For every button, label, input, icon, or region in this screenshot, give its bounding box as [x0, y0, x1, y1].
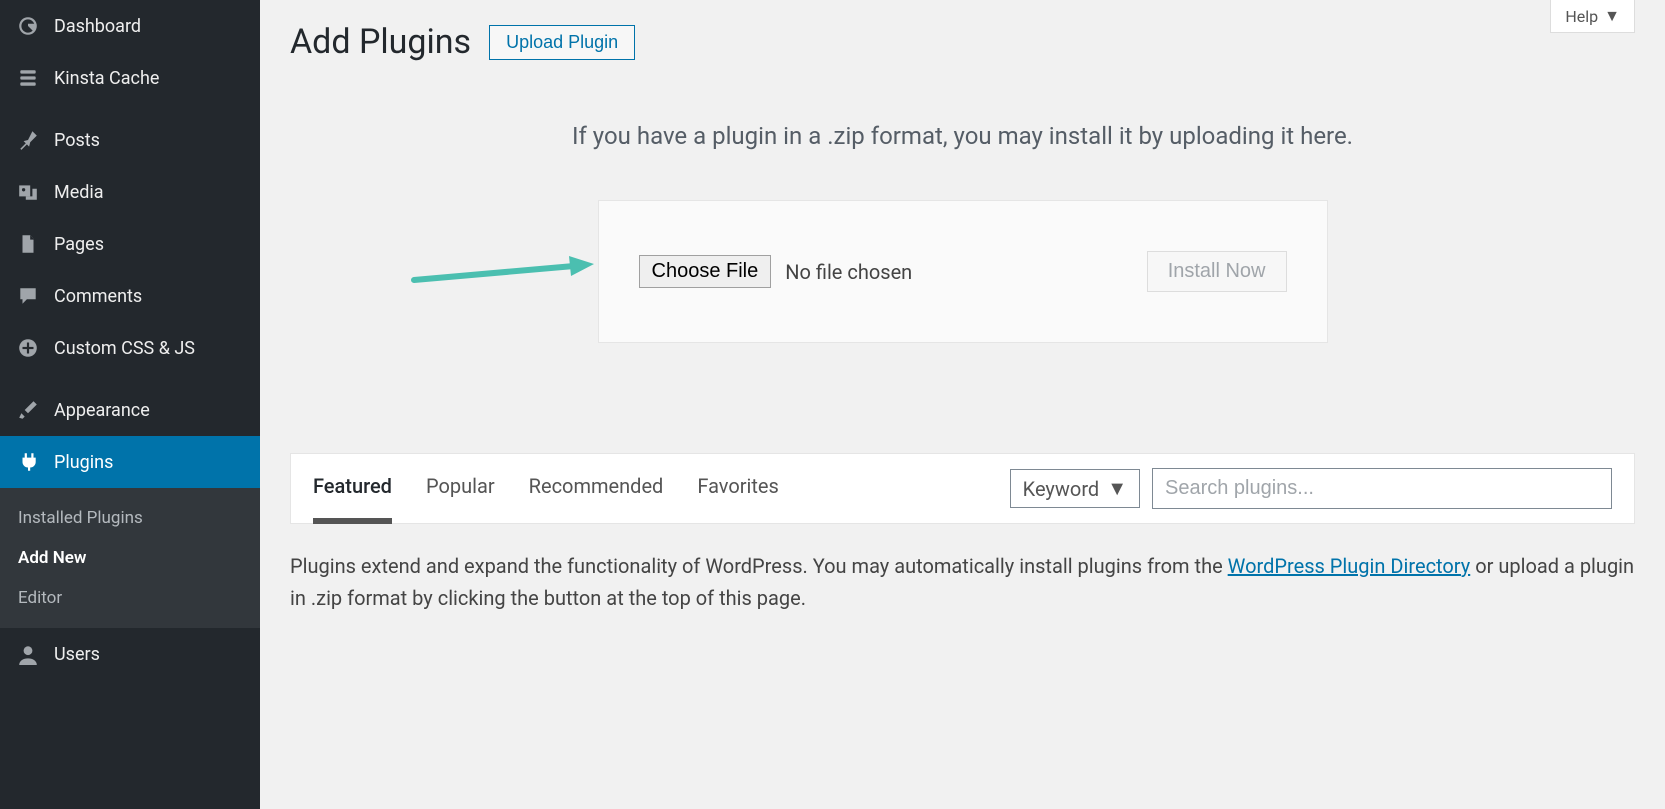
upload-hint: If you have a plugin in a .zip format, y… — [290, 122, 1635, 150]
no-file-chosen-text: No file chosen — [785, 260, 912, 284]
submenu-add-new[interactable]: Add New — [0, 538, 260, 578]
chevron-down-icon: ▼ — [1604, 6, 1620, 26]
tab-favorites[interactable]: Favorites — [697, 474, 779, 504]
sidebar-item-pages[interactable]: Pages — [0, 218, 260, 270]
upload-box: Choose File No file chosen Install Now — [598, 200, 1328, 343]
tab-popular[interactable]: Popular — [426, 474, 495, 504]
sidebar-item-plugins[interactable]: Plugins — [0, 436, 260, 488]
sidebar-item-label: Dashboard — [54, 16, 141, 37]
media-icon — [14, 178, 42, 206]
sidebar-item-label: Media — [54, 182, 104, 203]
sidebar-item-label: Posts — [54, 130, 100, 151]
sidebar-item-kinsta-cache[interactable]: Kinsta Cache — [0, 52, 260, 104]
sidebar-item-label: Plugins — [54, 452, 113, 473]
sidebar-item-appearance[interactable]: Appearance — [0, 384, 260, 436]
sidebar-item-label: Users — [54, 644, 100, 665]
description-prefix: Plugins extend and expand the functional… — [290, 554, 1228, 578]
upload-panel: If you have a plugin in a .zip format, y… — [290, 122, 1635, 343]
sidebar-item-posts[interactable]: Posts — [0, 114, 260, 166]
plus-circle-icon — [14, 334, 42, 362]
brush-icon — [14, 396, 42, 424]
sidebar-item-dashboard[interactable]: Dashboard — [0, 0, 260, 52]
search-type-select[interactable]: Keyword ▼ — [1010, 469, 1140, 508]
submenu-editor[interactable]: Editor — [0, 578, 260, 618]
comment-icon — [14, 282, 42, 310]
plugin-icon — [14, 448, 42, 476]
plugins-description: Plugins extend and expand the functional… — [290, 550, 1635, 614]
help-label: Help — [1565, 7, 1598, 26]
upload-plugin-button[interactable]: Upload Plugin — [489, 25, 635, 60]
help-tab[interactable]: Help ▼ — [1550, 0, 1635, 33]
sidebar-item-label: Appearance — [54, 400, 150, 421]
plugins-submenu: Installed Plugins Add New Editor — [0, 488, 260, 628]
main-content: Help ▼ Add Plugins Upload Plugin If you … — [260, 0, 1665, 809]
submenu-installed-plugins[interactable]: Installed Plugins — [0, 498, 260, 538]
dashboard-icon — [14, 12, 42, 40]
tab-featured[interactable]: Featured — [313, 474, 392, 504]
plugin-filter-tabs: Featured Popular Recommended Favorites K… — [290, 453, 1635, 524]
sidebar-item-label: Kinsta Cache — [54, 68, 159, 89]
admin-sidebar: Dashboard Kinsta Cache Posts Media — [0, 0, 260, 809]
arrow-annotation — [409, 252, 599, 292]
sidebar-item-label: Pages — [54, 234, 104, 255]
select-value: Keyword — [1023, 477, 1100, 501]
sidebar-item-custom-css[interactable]: Custom CSS & JS — [0, 322, 260, 374]
database-icon — [14, 64, 42, 92]
sidebar-item-label: Comments — [54, 286, 142, 307]
search-plugins-input[interactable] — [1152, 468, 1612, 509]
pin-icon — [14, 126, 42, 154]
chevron-down-icon: ▼ — [1107, 476, 1127, 501]
user-icon — [14, 640, 42, 668]
page-icon — [14, 230, 42, 258]
sidebar-item-label: Custom CSS & JS — [54, 338, 195, 359]
sidebar-item-users[interactable]: Users — [0, 628, 260, 680]
page-title: Add Plugins — [290, 22, 471, 62]
wp-plugin-directory-link[interactable]: WordPress Plugin Directory — [1228, 554, 1471, 578]
install-now-button[interactable]: Install Now — [1147, 251, 1287, 292]
tab-recommended[interactable]: Recommended — [529, 474, 664, 504]
sidebar-item-media[interactable]: Media — [0, 166, 260, 218]
choose-file-button[interactable]: Choose File — [639, 255, 772, 288]
sidebar-item-comments[interactable]: Comments — [0, 270, 260, 322]
